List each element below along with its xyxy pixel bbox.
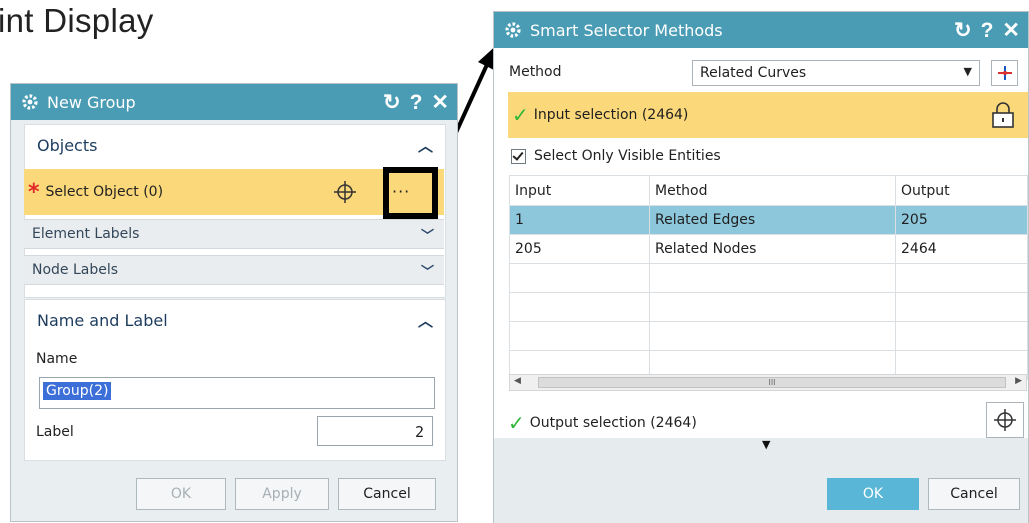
name-and-label-header-label: Name and Label (37, 310, 168, 330)
element-labels-row[interactable]: Element Labels ﹀ (24, 219, 444, 249)
input-selection-row[interactable]: ✓ Input selection (2464) (508, 92, 1028, 138)
apply-button[interactable]: Apply (235, 478, 329, 510)
label-field[interactable]: 2 (317, 416, 433, 446)
footer-bar: ▼ OK Cancel (494, 438, 1028, 523)
ok-button[interactable]: OK (827, 478, 919, 510)
name-label: Name (36, 351, 78, 367)
table-cell (509, 292, 650, 322)
dropdown-arrow-icon: ▼ (963, 65, 972, 78)
element-labels-label: Element Labels (32, 226, 140, 242)
expand-more-icon[interactable]: ▼ (762, 438, 770, 451)
name-field[interactable]: Group(2) (39, 377, 435, 409)
table-cell: 205 (895, 205, 1028, 235)
plus-crosshair-button[interactable] (991, 60, 1018, 86)
slide-title: int Display (0, 2, 154, 39)
table-cell: 2464 (895, 234, 1028, 264)
column-header-output[interactable]: Output (895, 175, 1028, 206)
table-cell (649, 321, 896, 351)
table-row[interactable]: 205 Related Nodes 2464 (509, 234, 1028, 264)
smart-selector-title: Smart Selector Methods (530, 20, 723, 40)
table-cell (509, 321, 650, 351)
column-header-method[interactable]: Method (649, 175, 896, 206)
table-cell: Related Nodes (649, 234, 896, 264)
method-dropdown[interactable]: Related Curves ▼ (692, 60, 980, 86)
chevron-down-icon[interactable]: ﹀ (421, 261, 434, 280)
chevron-down-icon[interactable]: ﹀ (421, 225, 434, 244)
help-icon[interactable]: ? (410, 92, 423, 113)
table-cell (509, 263, 650, 293)
new-group-titlebar[interactable]: New Group ↻ ? ✕ (11, 84, 457, 120)
method-value: Related Curves (700, 65, 807, 81)
table-cell (649, 292, 896, 322)
horizontal-scrollbar[interactable]: ◀ III ▶ (509, 374, 1027, 391)
table-cell: Related Edges (649, 205, 896, 235)
table-cell (649, 263, 896, 293)
crosshair-button[interactable] (986, 402, 1024, 438)
select-object-label: Select Object (0) (45, 184, 164, 200)
close-icon[interactable]: ✕ (431, 92, 449, 113)
table-cell (895, 263, 1028, 293)
visible-only-label: Select Only Visible Entities (534, 148, 721, 164)
scroll-left-icon[interactable]: ◀ (514, 376, 521, 386)
output-selection-label: Output selection (2464) (529, 415, 697, 431)
new-group-dialog: New Group ↻ ? ✕ Objects ︿ * Select Objec… (11, 84, 457, 521)
lock-icon (992, 102, 1014, 128)
chevron-up-icon[interactable]: ︿ (418, 310, 433, 331)
crosshair-icon (994, 409, 1016, 431)
label-label: Label (36, 424, 74, 440)
check-icon: ✓ (512, 103, 529, 127)
name-field-value: Group(2) (43, 382, 112, 400)
output-selection-row: ✓ Output selection (2464) (504, 408, 697, 438)
highlight-box (383, 167, 438, 219)
reset-icon[interactable]: ↻ (383, 92, 401, 113)
cancel-button[interactable]: Cancel (928, 478, 1020, 510)
table-cell (895, 292, 1028, 322)
table-header-row: Input Method Output (509, 175, 1028, 206)
input-selection-label: Input selection (2464) (533, 107, 689, 123)
lock-button[interactable] (982, 92, 1024, 138)
ok-button[interactable]: OK (136, 478, 226, 510)
scroll-thumb[interactable]: III (538, 377, 1006, 388)
required-star-icon: * (28, 179, 40, 205)
table-row[interactable] (509, 263, 1028, 293)
visible-only-checkbox[interactable] (511, 148, 526, 164)
reset-icon[interactable]: ↻ (954, 20, 972, 41)
close-icon[interactable]: ✕ (1002, 20, 1020, 41)
methods-table: Input Method Output 1 Related Edges 205 … (509, 175, 1028, 380)
table-row[interactable] (509, 321, 1028, 351)
cancel-button[interactable]: Cancel (338, 478, 436, 510)
table-row[interactable]: 1 Related Edges 205 (509, 205, 1028, 235)
objects-header[interactable]: Objects ︿ (25, 125, 445, 165)
method-label: Method (509, 64, 562, 80)
visible-only-checkbox-row[interactable]: Select Only Visible Entities (494, 146, 721, 166)
table-row[interactable] (509, 292, 1028, 322)
smart-selector-titlebar[interactable]: Smart Selector Methods ↻ ? ✕ (494, 12, 1028, 48)
select-object-row[interactable]: * Select Object (0) ··· (24, 169, 444, 215)
table-cell (895, 321, 1028, 351)
smart-selector-dialog: Smart Selector Methods ↻ ? ✕ Method Rela… (494, 12, 1028, 523)
help-icon[interactable]: ? (981, 20, 994, 41)
chevron-up-icon[interactable]: ︿ (418, 135, 433, 156)
crosshair-icon[interactable] (333, 180, 357, 208)
name-and-label-header[interactable]: Name and Label ︿ (25, 300, 445, 340)
node-labels-row[interactable]: Node Labels ﹀ (24, 255, 444, 285)
node-labels-label: Node Labels (32, 262, 119, 278)
table-cell: 1 (509, 205, 650, 235)
scroll-right-icon[interactable]: ▶ (1015, 376, 1022, 386)
column-header-input[interactable]: Input (509, 175, 650, 206)
gear-icon (504, 21, 522, 39)
check-icon: ✓ (508, 411, 525, 435)
table-cell: 205 (509, 234, 650, 264)
new-group-title: New Group (47, 92, 136, 112)
objects-header-label: Objects (37, 135, 98, 155)
gear-icon (21, 93, 39, 111)
